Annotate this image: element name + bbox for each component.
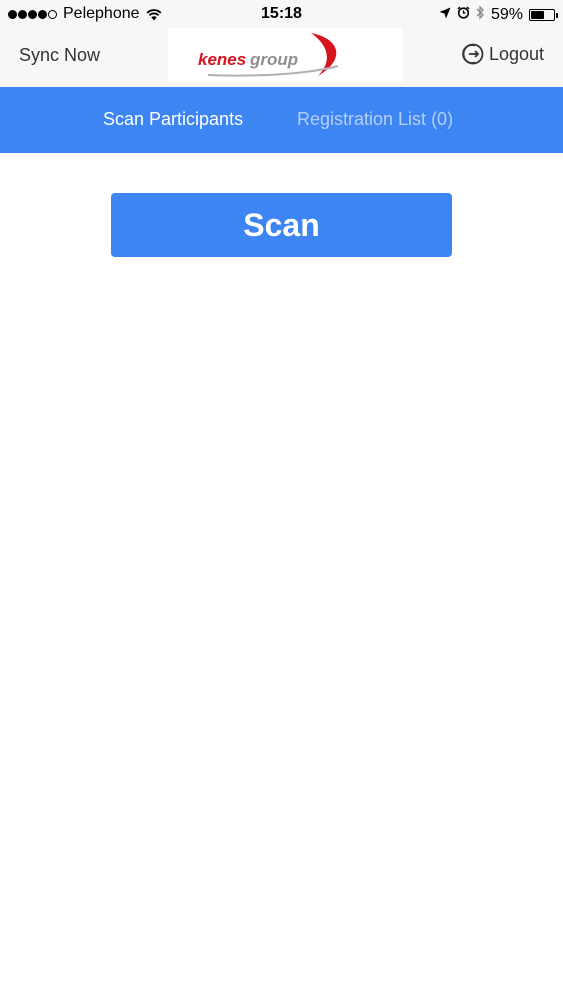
logout-label: Logout: [488, 43, 544, 64]
battery-percent: 59%: [490, 6, 523, 23]
logout-icon: [461, 42, 485, 66]
sync-now-button[interactable]: Sync Now: [19, 45, 100, 66]
svg-text:kenes: kenes: [198, 50, 246, 69]
location-arrow-icon: [439, 6, 451, 24]
battery-fill: [531, 11, 544, 19]
status-right: 59%: [439, 5, 558, 25]
logout-button[interactable]: Logout: [461, 42, 544, 66]
tab-bar: Scan Participants Registration List (0): [0, 87, 563, 153]
app-header: Sync Now kenes group Logout: [0, 28, 563, 87]
scan-button[interactable]: Scan: [111, 193, 452, 257]
tab-registration-list[interactable]: Registration List (0): [297, 109, 453, 130]
tab-scan-participants[interactable]: Scan Participants: [103, 109, 243, 130]
kenesgroup-logo: kenes group: [168, 28, 402, 82]
tab-scan-participants-label: Scan Participants: [103, 109, 244, 129]
battery-icon: [529, 9, 558, 21]
bluetooth-icon: [476, 5, 485, 25]
registration-count: (0): [431, 109, 454, 129]
svg-text:group: group: [249, 50, 298, 69]
tab-registration-list-label: Registration List: [297, 109, 427, 129]
status-bar: Pelephone 15:18 59%: [0, 0, 563, 28]
alarm-clock-icon: [457, 6, 470, 24]
